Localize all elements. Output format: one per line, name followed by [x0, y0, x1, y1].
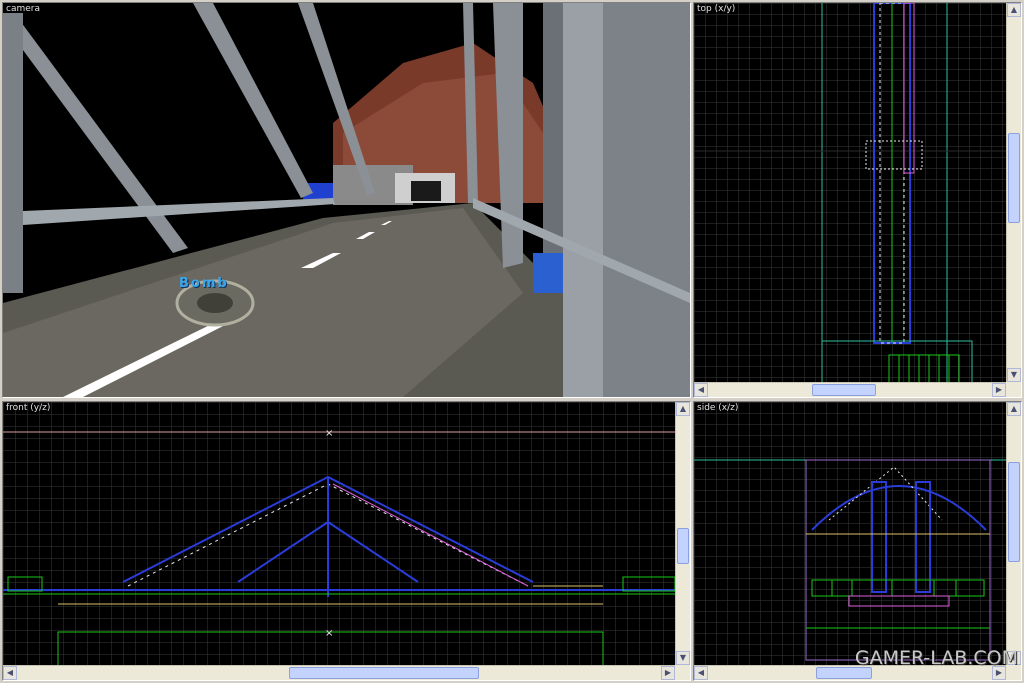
- top-grid-canvas: [694, 3, 1021, 397]
- hud-item-label: Bomb: [179, 276, 229, 291]
- side-grid-canvas: [694, 402, 1021, 680]
- svg-text:×: ×: [325, 428, 333, 439]
- side-vertical-scrollbar[interactable]: ▲ ▼: [1006, 402, 1021, 665]
- arrow-right-icon[interactable]: ▶: [992, 383, 1006, 397]
- arrow-left-icon[interactable]: ◀: [3, 666, 17, 680]
- scroll-corner: [1006, 382, 1021, 397]
- front-hscroll-thumb[interactable]: [289, 667, 479, 679]
- scroll-corner: [675, 665, 690, 680]
- camera-viewport-title: camera: [6, 4, 40, 14]
- front-viewport-title: front (y/z): [6, 403, 51, 413]
- arrow-left-icon[interactable]: ◀: [694, 383, 708, 397]
- front-vertical-scrollbar[interactable]: ▲ ▼: [675, 402, 690, 665]
- top-viewport-title: top (x/y): [697, 4, 736, 14]
- side-vscroll-thumb[interactable]: [1008, 462, 1020, 562]
- arrow-down-icon[interactable]: ▼: [676, 651, 690, 665]
- arrow-down-icon[interactable]: ▼: [1007, 368, 1021, 382]
- front-horizontal-scrollbar[interactable]: ◀ ▶: [3, 665, 675, 680]
- side-viewport-title: side (x/z): [697, 403, 739, 413]
- arrow-right-icon[interactable]: ▶: [661, 666, 675, 680]
- watermark: GAMER-LAB.COM: [854, 647, 1018, 669]
- arrow-up-icon[interactable]: ▲: [1007, 402, 1021, 416]
- top-vscroll-thumb[interactable]: [1008, 133, 1020, 223]
- side-viewport[interactable]: side (x/z) ▲ ▼ ◀ ▶: [693, 401, 1022, 681]
- arrow-up-icon[interactable]: ▲: [1007, 3, 1021, 17]
- front-grid-canvas: × ×: [3, 402, 690, 680]
- arrow-left-icon[interactable]: ◀: [694, 666, 708, 680]
- top-vertical-scrollbar[interactable]: ▲ ▼: [1006, 3, 1021, 382]
- front-viewport[interactable]: front (y/z) × × ▲ ▼ ◀ ▶: [2, 401, 691, 681]
- svg-text:×: ×: [325, 628, 333, 639]
- camera-scene: [3, 3, 690, 397]
- camera-viewport[interactable]: camera Bomb: [2, 2, 691, 398]
- top-horizontal-scrollbar[interactable]: ◀ ▶: [694, 382, 1006, 397]
- top-viewport[interactable]: top (x/y) ▲ ▼ ◀ ▶: [693, 2, 1022, 398]
- arrow-up-icon[interactable]: ▲: [676, 402, 690, 416]
- top-hscroll-thumb[interactable]: [812, 384, 876, 396]
- front-vscroll-thumb[interactable]: [677, 528, 689, 564]
